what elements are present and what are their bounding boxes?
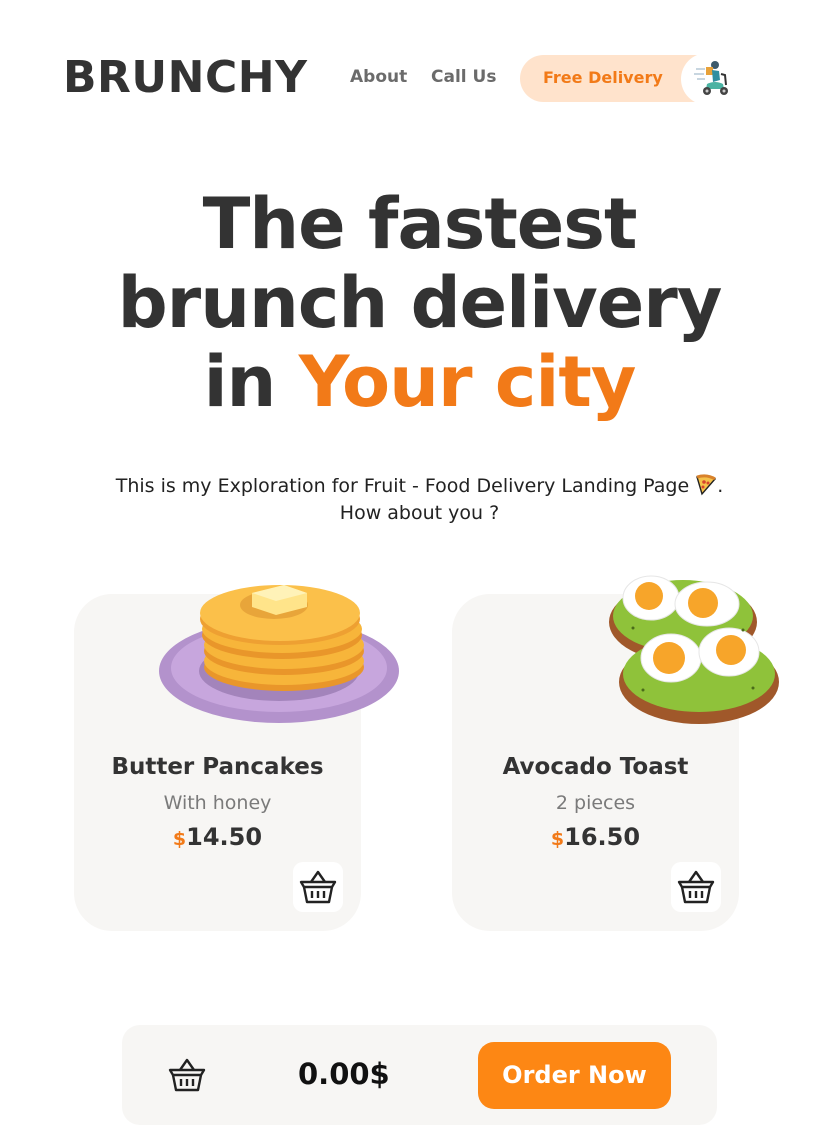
brand-logo[interactable]: BRUNCHY (63, 52, 307, 103)
hero-line-1: The fastest (202, 183, 638, 265)
price-value: 16.50 (564, 823, 641, 851)
basket-icon[interactable] (166, 1056, 208, 1094)
avocado-toast-illustration (609, 575, 779, 724)
scooter-rider-icon (694, 61, 728, 95)
nav-about-link[interactable]: About (350, 67, 407, 87)
site-header: BRUNCHY About Call Us Free Delivery (0, 0, 839, 140)
pizza-icon (696, 474, 717, 496)
subtitle-text-1: This is my Exploration for Fruit - Food … (115, 475, 690, 497)
order-bar: 0.00$ Order Now (122, 1025, 717, 1125)
product-price: $14.50 (74, 823, 361, 851)
product-name: Avocado Toast (502, 754, 689, 780)
order-now-button[interactable]: Order Now (478, 1042, 671, 1109)
subtitle-period: . (717, 475, 724, 497)
hero-line-3-prefix: in (203, 341, 299, 423)
subtitle-text-2: How about you ? (339, 502, 500, 524)
nav-call-us-link[interactable]: Call Us (431, 67, 496, 87)
basket-icon (677, 870, 715, 904)
scooter-badge (681, 53, 743, 105)
product-price: $16.50 (452, 823, 739, 851)
add-to-cart-button[interactable] (293, 862, 343, 912)
free-delivery-label: Free Delivery (543, 68, 663, 87)
hero-line-2: brunch delivery (117, 262, 723, 344)
product-name: Butter Pancakes (111, 754, 324, 780)
currency-symbol: $ (550, 828, 565, 850)
add-to-cart-button[interactable] (671, 862, 721, 912)
cart-total: 0.00$ (298, 1057, 390, 1091)
pancakes-illustration (159, 585, 399, 723)
hero-line-3: in Your city (0, 343, 839, 422)
hero-heading: The fastest brunch delivery in Your city (0, 185, 839, 422)
currency-symbol: $ (172, 828, 187, 850)
basket-icon (299, 870, 337, 904)
product-detail: 2 pieces (555, 792, 636, 814)
price-value: 14.50 (186, 823, 263, 851)
hero-accent-text: Your city (298, 341, 637, 423)
product-detail: With honey (163, 792, 272, 814)
hero-subtitle: This is my Exploration for Fruit - Food … (60, 473, 779, 527)
